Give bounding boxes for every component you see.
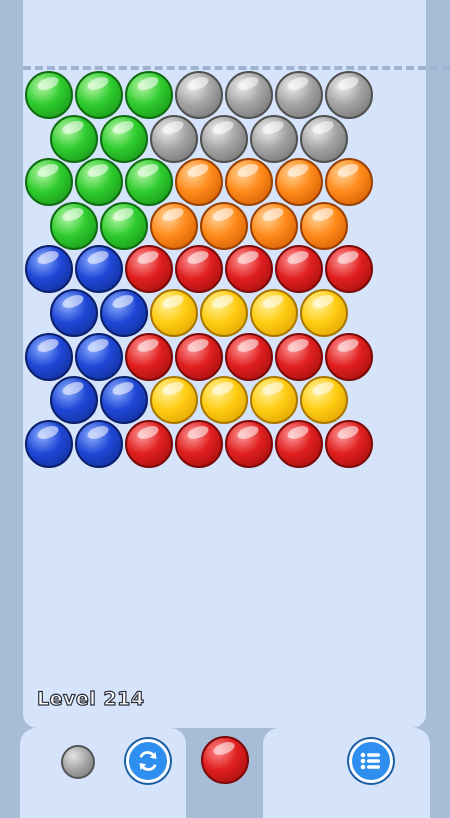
red-bubble — [225, 245, 273, 294]
green-bubble — [125, 71, 173, 119]
red-bubble — [175, 332, 223, 381]
gray-bubble — [275, 71, 323, 119]
swap-bubble-button[interactable] — [126, 739, 170, 783]
right-tray — [263, 728, 430, 818]
blue-bubble — [75, 332, 123, 381]
green-bubble — [50, 201, 98, 250]
yellow-bubble — [200, 289, 248, 337]
green-bubble — [75, 71, 123, 119]
gray-bubble — [200, 114, 248, 163]
list-menu-icon — [360, 752, 380, 770]
red-bubble — [275, 419, 323, 468]
red-bubble — [325, 332, 373, 381]
blue-bubble — [25, 332, 73, 381]
bubble-grid[interactable] — [0, 0, 450, 800]
green-bubble — [100, 114, 148, 163]
gray-bubble — [225, 71, 273, 119]
green-bubble — [100, 201, 148, 250]
orange-bubble — [300, 201, 348, 250]
gray-bubble — [325, 71, 373, 119]
blue-bubble — [75, 245, 123, 294]
yellow-bubble — [300, 376, 348, 425]
red-bubble — [175, 419, 223, 468]
yellow-bubble — [150, 376, 198, 425]
gray-bubble — [175, 71, 223, 119]
red-bubble — [275, 332, 323, 381]
red-bubble — [225, 332, 273, 381]
red-bubble — [125, 245, 173, 294]
red-bubble — [275, 245, 323, 294]
gray-bubble — [150, 114, 198, 163]
red-bubble — [125, 332, 173, 381]
yellow-bubble — [250, 376, 298, 425]
blue-bubble — [100, 376, 148, 425]
green-bubble — [25, 158, 73, 207]
green-bubble — [50, 114, 98, 163]
orange-bubble — [325, 158, 373, 207]
yellow-bubble — [150, 289, 198, 337]
orange-bubble — [225, 158, 273, 207]
green-bubble — [75, 158, 123, 207]
orange-bubble — [275, 158, 323, 207]
next-bubble — [61, 745, 95, 779]
red-bubble — [175, 245, 223, 294]
orange-bubble — [250, 201, 298, 250]
red-bubble — [325, 419, 373, 468]
orange-bubble — [150, 201, 198, 250]
yellow-bubble — [300, 289, 348, 337]
red-bubble — [125, 419, 173, 468]
current-bubble[interactable] — [201, 736, 249, 784]
blue-bubble — [75, 419, 123, 468]
blue-bubble — [100, 289, 148, 337]
gray-bubble — [250, 114, 298, 163]
refresh-icon — [139, 751, 157, 771]
menu-button[interactable] — [349, 739, 393, 783]
yellow-bubble — [200, 376, 248, 425]
blue-bubble — [50, 289, 98, 337]
blue-bubble — [50, 376, 98, 425]
green-bubble — [25, 71, 73, 119]
red-bubble — [225, 419, 273, 468]
blue-bubble — [25, 245, 73, 294]
yellow-bubble — [250, 289, 298, 337]
gray-bubble — [300, 114, 348, 163]
level-label: Level 214 — [36, 687, 145, 710]
orange-bubble — [175, 158, 223, 207]
green-bubble — [125, 158, 173, 207]
red-bubble — [325, 245, 373, 294]
orange-bubble — [200, 201, 248, 250]
blue-bubble — [25, 419, 73, 468]
